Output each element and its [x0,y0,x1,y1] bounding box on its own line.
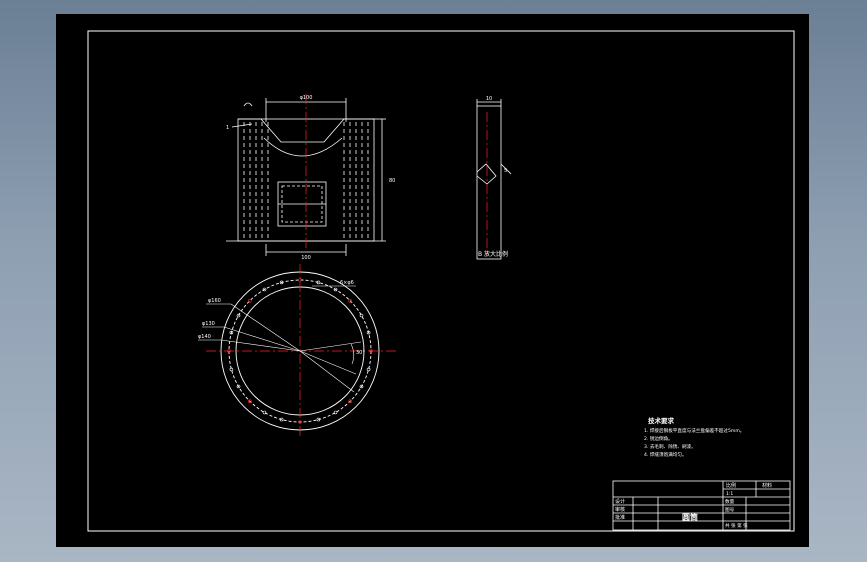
bolt-hole [248,298,252,303]
drawing-sheet: φ100 100 80 1 10 5 B 放大比例 φ160 φ130 φ140… [56,14,809,547]
front-height-dim-label: 80 [389,178,395,184]
tb-material-label: 材料 [762,482,772,489]
plan-dim-angle: 30° [356,350,365,356]
notes-item-3: 3. 去毛刺、除锈、刷漆。 [644,443,696,450]
front-view-curve [263,137,343,157]
side-view [476,99,512,260]
plan-leaders [198,285,362,393]
notes-item-2: 2. 锐边倒角。 [644,435,673,442]
tb-drawing-no-label: 图号 [725,507,735,513]
bolt-hole [262,410,267,415]
tb-approve-label: 批准 [615,514,625,521]
front-top-dim-label: φ100 [300,95,313,101]
bolt-hole [359,313,364,318]
side-slot-dim-label: 5 [504,168,507,174]
tb-part-name: 圆筒 [682,512,698,522]
cad-drawing: φ100 100 80 1 10 5 B 放大比例 φ160 φ130 φ140… [87,30,795,532]
plan-dim-mid: φ130 [202,321,215,327]
plan-dim-holes: 6×φ6 [340,280,354,286]
notes-item-1: 1. 焊接后钢板平直度与法兰盘偏差不超过5mm。 [644,427,744,434]
side-view-caption: B 放大比例 [478,250,508,258]
bolt-hole [236,313,241,318]
side-top-dim-label: 10 [486,96,492,102]
drawing-border [87,30,795,532]
tb-weight-label: 数量 [725,498,735,505]
tb-sheet-info: 共 张 第 张 [725,522,748,529]
tb-scale-label: 比例 [726,482,736,489]
plan-dim-inner: φ140 [198,334,211,340]
front-leader-label: 1 [226,125,229,131]
side-view-slot [476,163,497,185]
notes-title: 技术要求 [648,416,675,425]
plan-dim-outer: φ160 [208,298,221,304]
tb-design-label: 设计 [615,498,625,505]
bolt-hole [333,410,338,415]
tb-scale-value: 1:1 [726,491,733,497]
front-bottom-dim-label: 100 [301,255,311,261]
leader-line [231,123,253,128]
bolt-hole [348,298,353,303]
tb-check-label: 审核 [615,506,625,513]
notes-item-4: 4. 焊缝须饱满均匀。 [644,451,687,458]
